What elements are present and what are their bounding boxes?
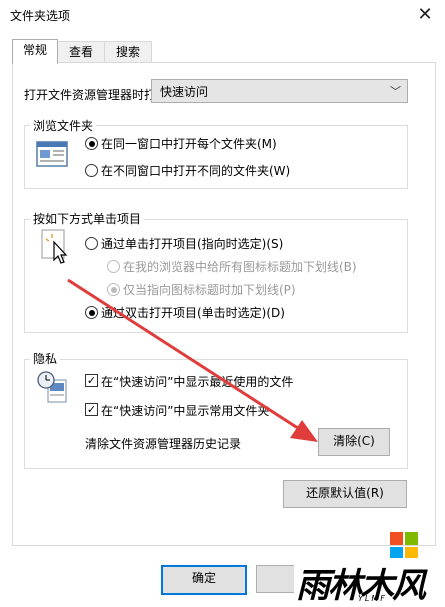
tab-general[interactable]: 常规 [12, 39, 58, 64]
watermark-sub: YLMF [358, 594, 387, 603]
watermark-logo: 雨林木风 YLMF [294, 558, 444, 606]
tab-general-label: 常规 [22, 43, 47, 57]
annotation-arrow-icon [67, 278, 318, 442]
windows-logo-icon [390, 532, 418, 560]
